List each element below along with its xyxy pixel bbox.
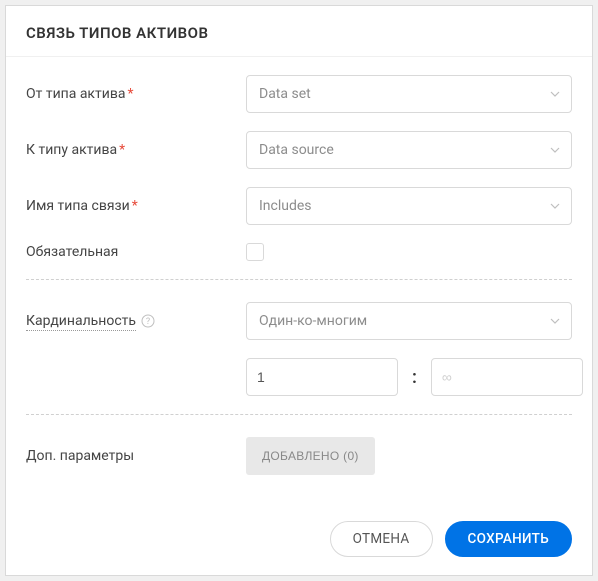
cardinality-pair: : — [246, 358, 583, 396]
select-link-name[interactable]: Includes — [246, 187, 572, 225]
separator — [26, 414, 572, 415]
label-to-type-text: К типу актива — [26, 142, 117, 158]
row-to-type: К типу актива* Data source — [26, 131, 572, 169]
select-to-type[interactable]: Data source — [246, 131, 572, 169]
dialog-footer: ОТМЕНА СОХРАНИТЬ — [6, 505, 592, 575]
label-mandatory: Обязательная — [26, 244, 246, 260]
required-star-icon: * — [119, 142, 125, 158]
chevron-down-icon — [549, 200, 561, 212]
row-cardinality: Кардинальность ? Один-ко-многим — [26, 302, 572, 340]
select-cardinality[interactable]: Один-ко-многим — [246, 302, 572, 340]
label-cardinality-text: Кардинальность — [26, 313, 136, 331]
select-to-type-value: Data source — [259, 142, 334, 158]
label-extra-params: Доп. параметры — [26, 448, 246, 464]
added-button[interactable]: ДОБАВЛЕНО (0) — [246, 437, 375, 475]
label-from-type: От типа актива* — [26, 86, 246, 102]
select-from-type-value: Data set — [259, 86, 311, 102]
cancel-button[interactable]: ОТМЕНА — [330, 521, 433, 557]
chevron-down-icon — [549, 144, 561, 156]
label-link-name: Имя типа связи* — [26, 198, 246, 214]
chevron-down-icon — [549, 315, 561, 327]
label-link-name-text: Имя типа связи — [26, 198, 130, 214]
cardinality-min-field[interactable] — [247, 359, 448, 395]
label-extra-params-text: Доп. параметры — [26, 448, 134, 464]
dialog-header: СВЯЗЬ ТИПОВ АКТИВОВ — [6, 6, 592, 57]
dialog-body: От типа актива* Data set К типу актива* … — [6, 57, 592, 505]
label-mandatory-text: Обязательная — [26, 244, 118, 260]
row-link-name: Имя типа связи* Includes — [26, 187, 572, 225]
save-button[interactable]: СОХРАНИТЬ — [445, 521, 572, 557]
help-icon[interactable]: ? — [141, 314, 155, 328]
select-from-type[interactable]: Data set — [246, 75, 572, 113]
separator — [26, 279, 572, 280]
label-from-type-text: От типа актива — [26, 86, 125, 102]
required-star-icon: * — [127, 86, 133, 102]
svg-text:?: ? — [146, 317, 150, 327]
select-link-name-value: Includes — [259, 198, 312, 214]
row-extra-params: Доп. параметры ДОБАВЛЕНО (0) — [26, 437, 572, 475]
cardinality-max-field[interactable] — [432, 359, 592, 395]
select-cardinality-value: Один-ко-многим — [259, 313, 367, 329]
row-mandatory: Обязательная — [26, 243, 572, 261]
label-cardinality: Кардинальность ? — [26, 313, 246, 329]
label-to-type: К типу актива* — [26, 142, 246, 158]
required-star-icon: * — [132, 198, 138, 214]
checkbox-mandatory[interactable] — [246, 243, 264, 261]
cardinality-max-input[interactable] — [431, 358, 583, 396]
dialog-title: СВЯЗЬ ТИПОВ АКТИВОВ — [26, 24, 572, 42]
chevron-down-icon — [549, 88, 561, 100]
row-cardinality-values: : — [26, 358, 572, 396]
dialog: СВЯЗЬ ТИПОВ АКТИВОВ От типа актива* Data… — [5, 5, 593, 576]
cardinality-min-input[interactable] — [246, 358, 398, 396]
row-from-type: От типа актива* Data set — [26, 75, 572, 113]
